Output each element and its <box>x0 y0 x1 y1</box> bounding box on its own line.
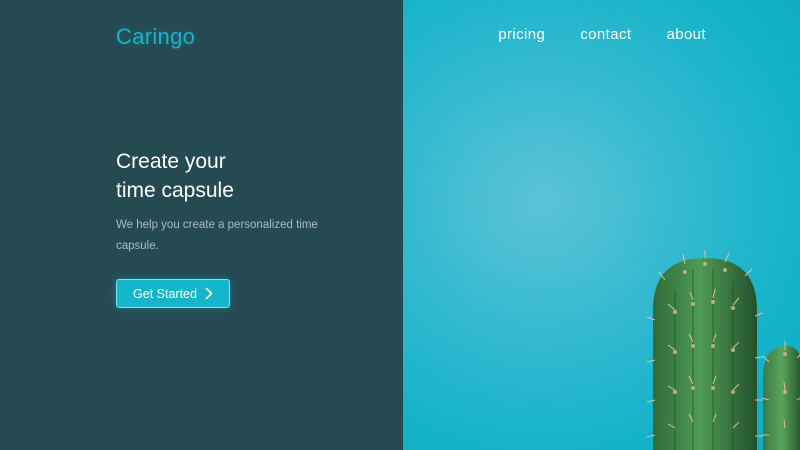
chevron-right-icon <box>205 287 213 300</box>
nav-item-contact[interactable]: contact <box>580 26 631 43</box>
nav-item-pricing[interactable]: pricing <box>498 26 545 43</box>
get-started-button[interactable]: Get Started <box>116 279 230 308</box>
cactus-image <box>646 250 800 450</box>
get-started-label: Get Started <box>133 286 197 301</box>
hero-title-line-2: time capsule <box>116 179 234 202</box>
brand-logo[interactable]: Caringo <box>116 24 195 50</box>
landing-page: Caringo pricing contact about Create you… <box>0 0 800 450</box>
hero-title-line-1: Create your <box>116 150 226 173</box>
nav-item-about[interactable]: about <box>666 26 706 43</box>
top-nav: pricing contact about <box>498 26 706 43</box>
hero-title: Create your time capsule <box>116 147 234 205</box>
hero-subtitle: We help you create a personalized time c… <box>116 219 318 252</box>
